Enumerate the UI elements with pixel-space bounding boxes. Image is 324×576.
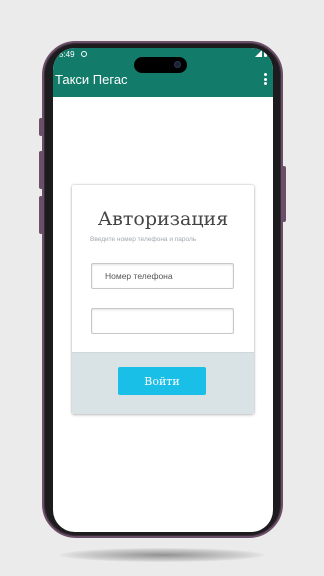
- status-icons: [255, 50, 267, 57]
- camera-lens-icon: [174, 61, 181, 68]
- login-card: Авторизация Введите номер телефона и пар…: [72, 185, 254, 414]
- camera-notch: [134, 57, 187, 73]
- phone-action-button: [39, 118, 43, 136]
- app-title: Такси Пегас: [55, 72, 128, 87]
- signal-icon: [255, 50, 262, 57]
- circle-notification-icon: [81, 51, 87, 57]
- login-button[interactable]: Войти: [118, 367, 206, 395]
- phone-power-button: [282, 166, 286, 222]
- phone-screen: 5:49 Такси Пегас Авторизация Введите ном…: [53, 48, 273, 532]
- phone-volume-down-button: [39, 196, 43, 234]
- login-hint: Введите номер телефона и пароль: [90, 236, 197, 243]
- overflow-menu-icon[interactable]: [263, 73, 267, 85]
- login-title: Авторизация: [97, 208, 229, 230]
- phone-volume-up-button: [39, 151, 43, 189]
- device-floor-shadow: [60, 548, 264, 562]
- password-input[interactable]: [91, 308, 234, 334]
- battery-icon: [264, 50, 267, 57]
- login-card-footer: Войти: [72, 352, 254, 414]
- status-time: 5:49: [59, 50, 75, 59]
- phone-number-input[interactable]: [91, 263, 234, 289]
